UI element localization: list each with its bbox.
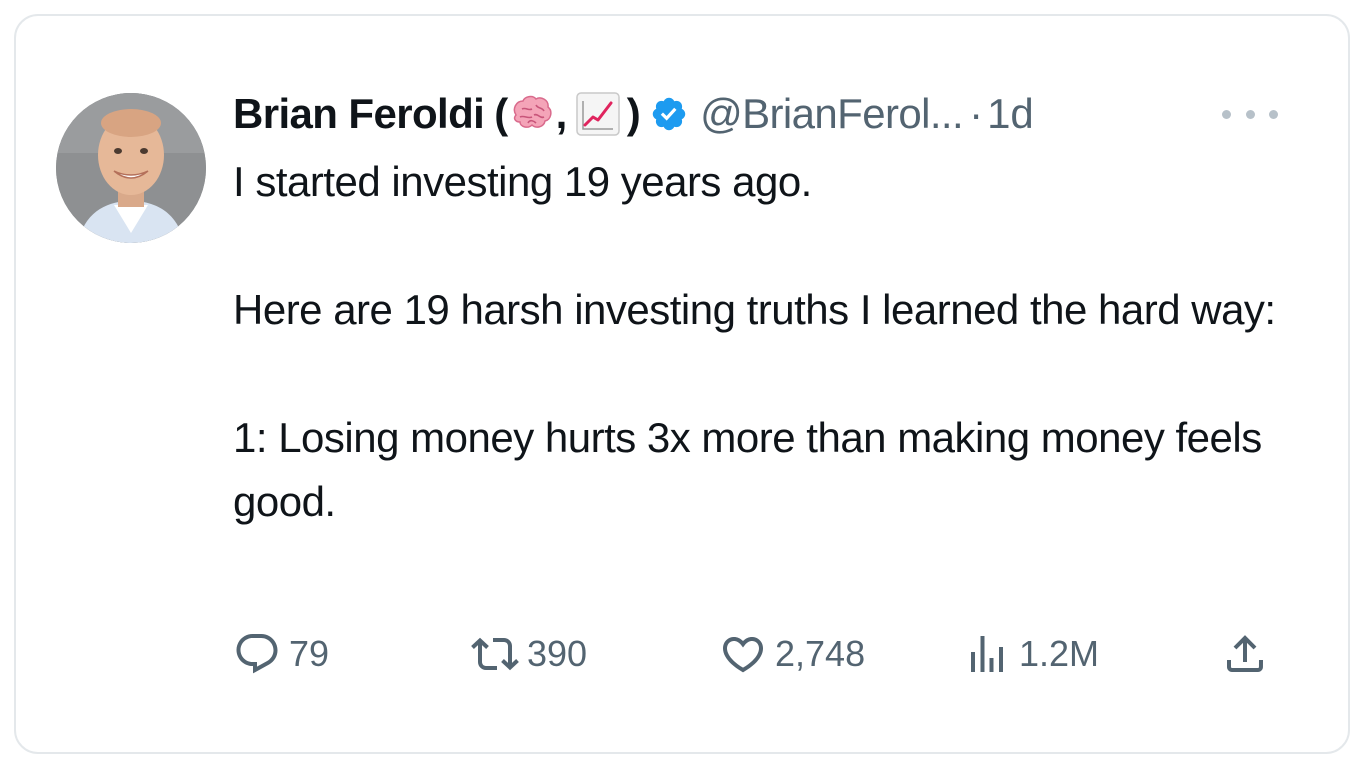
views-icon xyxy=(971,636,1003,672)
more-dot xyxy=(1269,109,1278,119)
avatar[interactable] xyxy=(56,93,206,243)
separator-dot: · xyxy=(969,90,984,137)
retweet-icon xyxy=(471,637,519,671)
name-paren-open: ( xyxy=(494,90,508,137)
verified-badge-icon xyxy=(652,97,686,131)
share-button[interactable] xyxy=(1221,626,1269,682)
author-name-group[interactable]: Brian Feroldi ( , ) xyxy=(233,90,641,138)
more-dot xyxy=(1222,109,1231,119)
tweet-line: I started investing 19 years ago. xyxy=(233,158,812,205)
author-handle[interactable]: @BrianFerol... xyxy=(700,90,964,138)
chart-increasing-emoji-icon xyxy=(575,91,621,137)
reply-icon xyxy=(236,634,278,674)
brain-emoji-icon xyxy=(508,91,554,137)
tweet-timestamp[interactable]: 1d xyxy=(987,90,1034,138)
retweet-count: 390 xyxy=(527,633,588,674)
reply-count: 79 xyxy=(289,633,330,674)
more-dot xyxy=(1245,109,1255,119)
tweet-line: Here are 19 harsh investing truths I lea… xyxy=(233,286,1276,333)
share-icon xyxy=(1227,635,1263,672)
more-icon[interactable] xyxy=(1222,96,1278,132)
tweet-text: I started investing 19 years ago. Here a… xyxy=(233,150,1313,534)
views-count: 1.2M xyxy=(1019,633,1100,674)
like-count: 2,748 xyxy=(775,633,866,674)
name-comma: , xyxy=(555,90,568,137)
author-name[interactable]: Brian Feroldi xyxy=(233,90,485,138)
views-button[interactable]: 1.2M xyxy=(963,626,1099,682)
retweet-button[interactable]: 390 xyxy=(471,626,587,682)
tweet-line: 1: Losing money hurts 3x more than makin… xyxy=(233,414,1262,525)
like-icon xyxy=(722,637,764,673)
reply-button[interactable]: 79 xyxy=(233,626,329,682)
tweet-actions: 79 390 2,748 1.2M xyxy=(233,626,1283,682)
tweet-header: Brian Feroldi ( , ) @BrianFerol... · 1d xyxy=(233,84,1034,144)
name-paren-close: ) xyxy=(626,90,641,137)
like-button[interactable]: 2,748 xyxy=(719,626,865,682)
